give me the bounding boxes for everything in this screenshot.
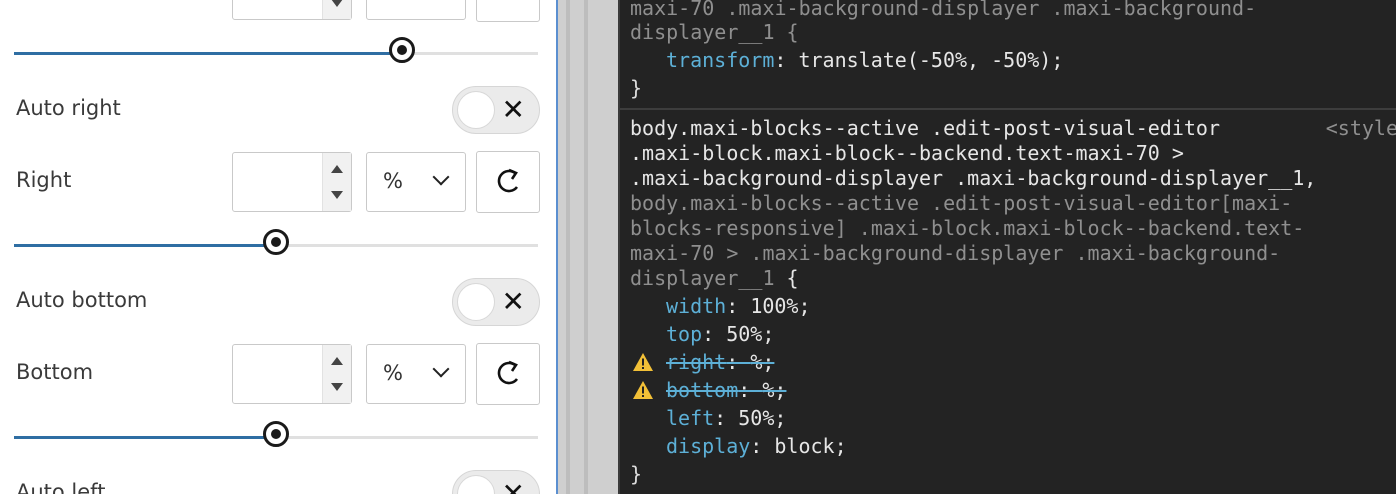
css-declaration-right-invalid[interactable]: right: %;: [666, 350, 774, 375]
top-slider[interactable]: [14, 37, 538, 63]
right-slider-thumb[interactable]: [263, 229, 289, 255]
css-declaration[interactable]: transform: translate(-50%, -50%);: [666, 48, 1063, 73]
rule1-selector-line: displayer__1 {: [630, 20, 799, 44]
auto-bottom-toggle[interactable]: ✕: [452, 278, 540, 326]
right-unit-select[interactable]: %: [366, 152, 466, 212]
css-declaration-display[interactable]: display: block;: [666, 434, 847, 459]
auto-bottom-label: Auto bottom: [16, 288, 148, 312]
bottom-number-input[interactable]: [232, 344, 352, 404]
bottom-unit-select[interactable]: %: [366, 344, 466, 404]
auto-left-toggle[interactable]: ✕: [452, 470, 540, 494]
css-declaration-left[interactable]: left: 50%;: [666, 406, 786, 431]
reset-icon: [497, 360, 519, 385]
bottom-slider-fill: [14, 436, 276, 439]
rule1-close-brace: }: [630, 76, 643, 100]
close-icon: ✕: [501, 477, 525, 494]
bottom-label: Bottom: [16, 360, 94, 384]
top-unit-select[interactable]: [366, 0, 466, 20]
close-icon: ✕: [501, 93, 525, 126]
rule2-selector-line-inactive: body.maxi-blocks--active .edit-post-visu…: [630, 191, 1293, 215]
right-slider-fill: [14, 244, 276, 247]
right-slider[interactable]: [14, 229, 538, 255]
rule2-close-brace: }: [630, 462, 643, 486]
toggle-knob: [457, 475, 495, 494]
right-number-spinner[interactable]: [322, 153, 351, 211]
warning-icon[interactable]: [632, 352, 654, 372]
rule2-selector-line-inactive: displayer__1 {: [630, 266, 799, 290]
css-declaration-width[interactable]: width: 100%;: [666, 294, 811, 319]
rule2-selector-line: body.maxi-blocks--active .edit-post-visu…: [630, 116, 1221, 140]
chevron-up-icon[interactable]: [331, 165, 343, 173]
right-number-input[interactable]: [232, 152, 352, 212]
panel-divider[interactable]: [558, 0, 618, 494]
right-reset-button[interactable]: [476, 151, 540, 213]
settings-panel: Auto right ✕ Right % Auto bottom ✕ Botto…: [0, 0, 558, 494]
top-slider-thumb[interactable]: [388, 37, 415, 63]
toggle-knob: [457, 283, 495, 321]
close-icon: ✕: [501, 285, 525, 318]
warning-icon[interactable]: [632, 380, 654, 400]
top-slider-fill: [14, 52, 402, 55]
rule2-selector-line: .maxi-block.maxi-block--backend.text-max…: [630, 141, 1184, 165]
right-unit-value: %: [383, 169, 403, 193]
bottom-unit-value: %: [383, 361, 403, 385]
reset-icon: [497, 168, 519, 193]
top-number-input[interactable]: [232, 0, 352, 20]
spin-down-icon[interactable]: [331, 0, 343, 7]
rule2-selector-line: .maxi-background-displayer .maxi-backgro…: [630, 166, 1317, 190]
right-label: Right: [16, 168, 72, 192]
chevron-down-icon[interactable]: [331, 383, 343, 391]
chevron-up-icon[interactable]: [331, 357, 343, 365]
devtools-styles-pane: maxi-70 .maxi-background-displayer .maxi…: [618, 0, 1396, 494]
css-declaration-bottom-invalid[interactable]: bottom: %;: [666, 378, 786, 403]
rule2-selector-line-inactive: blocks-responsive] .maxi-block.maxi-bloc…: [630, 216, 1305, 240]
auto-right-label: Auto right: [16, 96, 121, 120]
rule1-selector-line: maxi-70 .maxi-background-displayer .maxi…: [630, 0, 1257, 20]
bottom-number-spinner[interactable]: [322, 345, 351, 403]
chevron-down-icon: [432, 360, 450, 378]
divider-stripe: [584, 0, 588, 494]
toggle-knob: [457, 91, 495, 129]
style-source-link[interactable]: <style: [1326, 116, 1396, 140]
chevron-down-icon: [432, 168, 450, 186]
chevron-down-icon[interactable]: [331, 191, 343, 199]
rule2-selector-line-inactive: maxi-70 > .maxi-background-displayer .ma…: [630, 241, 1281, 265]
top-reset-button[interactable]: [476, 0, 540, 22]
top-number-spinner[interactable]: [322, 0, 351, 19]
auto-left-label: Auto left: [16, 480, 106, 494]
bottom-slider-thumb[interactable]: [263, 421, 289, 447]
auto-right-toggle[interactable]: ✕: [452, 86, 540, 134]
bottom-reset-button[interactable]: [476, 343, 540, 405]
css-declaration-top[interactable]: top: 50%;: [666, 322, 774, 347]
rule-separator: [620, 108, 1396, 110]
bottom-slider[interactable]: [14, 421, 538, 447]
divider-stripe: [566, 0, 570, 494]
